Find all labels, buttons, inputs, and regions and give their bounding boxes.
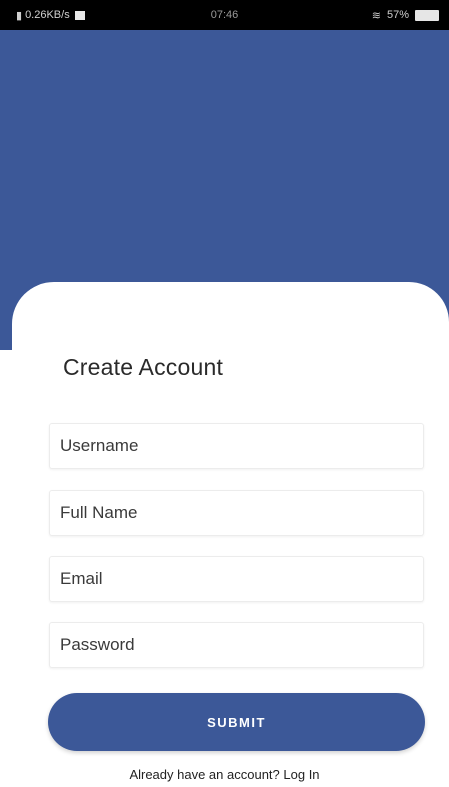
status-right: ≋ 57% [372, 0, 439, 30]
login-prompt: Already have an account? Log In [0, 767, 449, 782]
status-bar: ▮ 0.26KB/s 07:46 ≋ 57% [0, 0, 449, 30]
password-input[interactable] [49, 622, 424, 668]
login-link[interactable]: Log In [283, 767, 319, 782]
email-input[interactable] [49, 556, 424, 602]
battery-percent: 57% [386, 9, 409, 21]
signup-screen: ▮ 0.26KB/s 07:46 ≋ 57% Create Account SU… [0, 0, 449, 787]
page-title: Create Account [63, 354, 224, 380]
username-input[interactable] [49, 423, 424, 469]
login-prompt-text: Already have an account? [129, 767, 280, 782]
fullname-input[interactable] [49, 490, 424, 536]
wifi-icon: ≋ [371, 9, 381, 22]
submit-button[interactable]: SUBMIT [48, 693, 425, 751]
battery-icon [415, 9, 439, 21]
